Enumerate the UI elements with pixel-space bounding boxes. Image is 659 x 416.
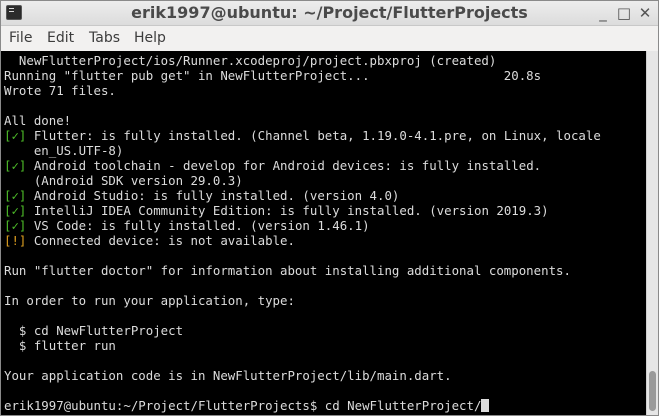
text-cursor xyxy=(481,399,490,412)
typed-command[interactable]: cd NewFlutterProject/ xyxy=(325,398,482,413)
check-mark: [✓] xyxy=(4,158,27,173)
menu-help[interactable]: Help xyxy=(134,30,166,47)
warning-mark: [!] xyxy=(4,233,27,248)
terminal-line-text: Wrote 71 files. xyxy=(4,83,116,98)
terminal-line-text: In order to run your application, type: xyxy=(4,293,295,308)
terminal-line: en_US.UTF-8) xyxy=(4,143,601,158)
menu-file[interactable]: File xyxy=(9,30,32,47)
menu-tabs[interactable]: Tabs xyxy=(89,30,120,47)
terminal-line: (Android SDK version 29.0.3) xyxy=(4,173,601,188)
minimize-button[interactable]: _ xyxy=(593,3,613,23)
terminal-line: [!] Connected device: is not available. xyxy=(4,233,601,248)
check-mark: [✓] xyxy=(4,128,27,143)
terminal-line-text: Connected device: is not available. xyxy=(26,233,295,248)
terminal-line-text: Run "flutter doctor" for information abo… xyxy=(4,263,571,278)
terminal-line: [✓] IntelliJ IDEA Community Edition: is … xyxy=(4,203,601,218)
terminal-line-text: Your application code is in NewFlutterPr… xyxy=(4,368,452,383)
terminal-line-text: IntelliJ IDEA Community Edition: is full… xyxy=(26,203,549,218)
window-title: erik1997@ubuntu: ~/Project/FlutterProjec… xyxy=(131,3,528,22)
terminal-line: [✓] VS Code: is fully installed. (versio… xyxy=(4,218,601,233)
terminal-line: In order to run your application, type: xyxy=(4,293,601,308)
menu-edit[interactable]: Edit xyxy=(47,30,74,47)
terminal-line: [✓] Flutter: is fully installed. (Channe… xyxy=(4,128,601,143)
terminal-line: Running "flutter pub get" in NewFlutterP… xyxy=(4,68,601,83)
prompt-line[interactable]: erik1997@ubuntu:~/Project/FlutterProject… xyxy=(4,398,601,413)
check-mark: [✓] xyxy=(4,188,27,203)
terminal-line-text: Flutter: is fully installed. (Channel be… xyxy=(26,128,601,143)
terminal-line: Run "flutter doctor" for information abo… xyxy=(4,263,601,278)
terminal-line-text: (Android SDK version 29.0.3) xyxy=(4,173,243,188)
terminal-line: $ flutter run xyxy=(4,338,601,353)
terminal-line: NewFlutterProject/ios/Runner.xcodeproj/p… xyxy=(4,53,601,68)
terminal-line: [✓] Android toolchain - develop for Andr… xyxy=(4,158,601,173)
terminal-line: All done! xyxy=(4,113,601,128)
terminal-lines: NewFlutterProject/ios/Runner.xcodeproj/p… xyxy=(4,53,601,413)
maximize-button[interactable]: □ xyxy=(614,3,634,23)
terminal-line-text: NewFlutterProject/ios/Runner.xcodeproj/p… xyxy=(4,53,497,68)
terminal-line: Wrote 71 files. xyxy=(4,83,601,98)
terminal-line-text: $ cd NewFlutterProject xyxy=(4,323,184,338)
terminal-window: erik1997@ubuntu: ~/Project/FlutterProjec… xyxy=(0,0,659,416)
terminal-line: $ cd NewFlutterProject xyxy=(4,323,601,338)
close-button[interactable]: ✕ xyxy=(635,3,655,23)
terminal-line-text: All done! xyxy=(4,113,72,128)
terminal-line-text: Android toolchain - develop for Android … xyxy=(26,158,542,173)
terminal-line-text: Running "flutter pub get" in NewFlutterP… xyxy=(4,68,542,83)
terminal-line-text: en_US.UTF-8) xyxy=(4,143,124,158)
menu-bar: File Edit Tabs Help xyxy=(1,26,658,50)
title-bar[interactable]: erik1997@ubuntu: ~/Project/FlutterProjec… xyxy=(1,1,658,26)
terminal-line-text: VS Code: is fully installed. (version 1.… xyxy=(26,218,370,233)
terminal-line-text: Android Studio: is fully installed. (ver… xyxy=(26,188,400,203)
check-mark: [✓] xyxy=(4,203,27,218)
terminal-output[interactable]: NewFlutterProject/ios/Runner.xcodeproj/p… xyxy=(1,51,646,415)
terminal-line-text: $ flutter run xyxy=(4,338,116,353)
terminal-line: Your application code is in NewFlutterPr… xyxy=(4,368,601,383)
scrollbar-thumb[interactable] xyxy=(649,371,656,411)
check-mark: [✓] xyxy=(4,218,27,233)
shell-prompt: erik1997@ubuntu:~/Project/FlutterProject… xyxy=(4,398,325,413)
terminal-scrollbar[interactable] xyxy=(646,51,658,415)
terminal-line: [✓] Android Studio: is fully installed. … xyxy=(4,188,601,203)
